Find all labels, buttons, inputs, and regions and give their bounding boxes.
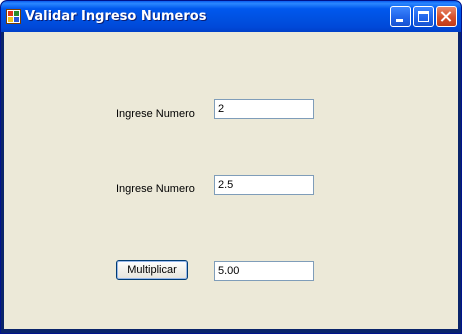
result-field[interactable]: 5.00 xyxy=(214,261,314,281)
maximize-button[interactable] xyxy=(413,6,434,27)
first-number-label: Ingrese Numero xyxy=(116,108,195,120)
app-icon[interactable] xyxy=(6,9,21,24)
close-icon xyxy=(437,7,456,26)
form-client-area: Ingrese Numero 2 Ingrese Numero 2.5 Mult… xyxy=(4,32,458,329)
app-window: Validar Ingreso Numeros Ingrese Numero 2… xyxy=(0,0,462,334)
multiply-button[interactable]: Multiplicar xyxy=(116,260,188,280)
title-bar[interactable]: Validar Ingreso Numeros xyxy=(1,1,461,32)
window-title: Validar Ingreso Numeros xyxy=(25,9,207,24)
second-number-input[interactable]: 2.5 xyxy=(214,175,314,195)
second-number-label: Ingrese Numero xyxy=(116,183,195,195)
minimize-icon xyxy=(396,19,403,22)
first-number-input[interactable]: 2 xyxy=(214,99,314,119)
close-button[interactable] xyxy=(436,6,457,27)
maximize-icon xyxy=(418,11,429,22)
minimize-button[interactable] xyxy=(390,6,411,27)
